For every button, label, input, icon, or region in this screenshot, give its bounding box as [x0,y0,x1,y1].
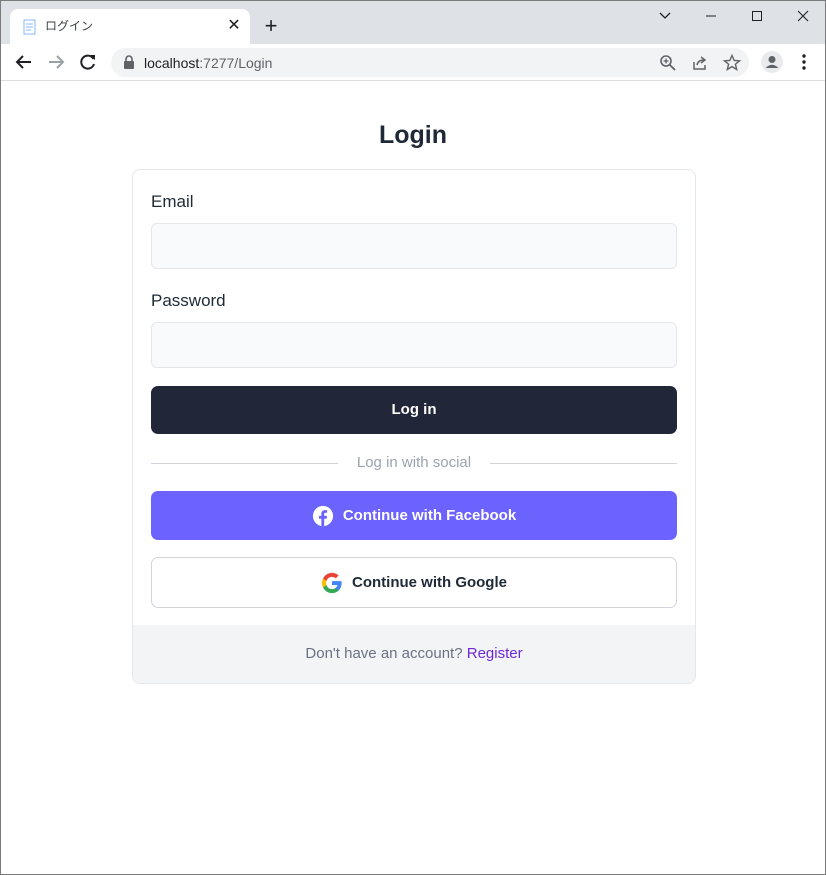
register-link[interactable]: Register [467,645,523,662]
card-footer: Don't have an account? Register [133,625,695,683]
profile-icon[interactable] [761,51,783,73]
facebook-button-content: Continue with Facebook [151,491,677,540]
register-prompt: Don't have an account? [305,645,463,662]
google-login-button[interactable]: Continue with Google [151,557,677,608]
email-label: Email [151,192,194,211]
star-icon[interactable] [722,53,742,73]
facebook-button-label: Continue with Facebook [342,507,517,524]
url-text[interactable]: localhost:7277/Login [144,55,272,71]
page-content: Login Email Password Log in Log in with … [1,82,825,874]
tab-title: ログイン [45,19,94,33]
login-button[interactable]: Log in [151,386,677,434]
url-path: :7277/Login [199,55,273,71]
forward-icon[interactable] [45,51,67,73]
close-window-icon[interactable] [792,5,814,27]
facebook-login-button[interactable]: Continue with Facebook [151,491,677,540]
email-field[interactable] [151,223,677,269]
lock-icon[interactable] [123,55,135,69]
plus-icon[interactable]: + [260,15,282,37]
google-button-label: Continue with Google [352,574,507,591]
close-icon[interactable]: ✕ [226,18,242,34]
facebook-icon [312,505,333,526]
password-label: Password [151,291,226,310]
zoom-icon[interactable] [658,53,678,73]
back-icon[interactable] [13,51,35,73]
address-bar[interactable]: localhost:7277/Login [111,48,749,77]
menu-icon[interactable] [794,51,814,73]
social-divider-text: Log in with social [341,454,487,471]
chevron-down-icon[interactable] [654,5,676,27]
page-title: Login [378,121,448,149]
social-divider: Log in with social [151,453,677,473]
reload-icon[interactable] [77,51,99,73]
password-field[interactable] [151,322,677,368]
page-favicon-icon [23,19,36,35]
share-icon[interactable] [690,53,710,73]
browser-window: ログイン ✕ + localhost:7277/Login Login Emai… [0,0,826,875]
minimize-icon[interactable] [700,5,722,27]
browser-toolbar: localhost:7277/Login [1,44,825,81]
maximize-icon[interactable] [746,5,768,27]
browser-tab[interactable]: ログイン ✕ [10,9,250,44]
login-card: Email Password Log in Log in with social… [132,169,696,684]
google-button-content: Continue with Google [152,558,676,607]
url-host: localhost [144,55,200,71]
tab-strip: ログイン ✕ + [1,1,825,44]
google-icon [321,572,342,593]
divider-text-wrap: Log in with social [151,453,677,473]
